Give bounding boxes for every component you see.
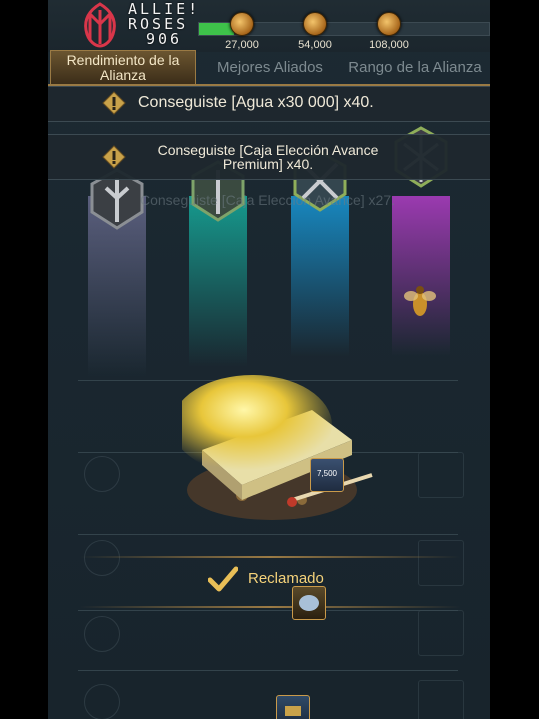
notification-chest: Conseguiste [Caja Elección Avance Premiu… xyxy=(48,134,490,180)
rose-logo-icon xyxy=(84,2,116,48)
row-divider xyxy=(78,670,458,671)
row-icon xyxy=(84,456,120,492)
rank-bar xyxy=(392,196,450,356)
notification-water: Conseguiste [Agua x30 000] x40. xyxy=(48,86,490,122)
reward-item-icon[interactable] xyxy=(276,695,310,719)
notification-text: Conseguiste [Caja Elección Avance Premiu… xyxy=(157,142,379,172)
milestone-3[interactable]: 108,000 xyxy=(359,12,419,51)
warning-icon xyxy=(102,145,126,169)
watermark-line: 906 xyxy=(146,30,183,48)
tab-best-allies[interactable]: Mejores Aliados xyxy=(204,50,336,84)
bee-icon xyxy=(404,286,436,316)
watermark: ALLIE! ROSES 906 xyxy=(74,0,234,52)
row-reward-slot xyxy=(418,680,464,719)
rewards-header: 27,000 54,000 108,000 ALLIE! ROSES 906 xyxy=(48,0,490,52)
faded-notification: Conseguiste [Caja Elección Avance] x27. xyxy=(140,192,396,208)
game-screen: 27,000 54,000 108,000 ALLIE! ROSES 906 R… xyxy=(48,0,490,719)
reward-item-icon[interactable] xyxy=(292,586,326,620)
coin-icon xyxy=(377,12,401,36)
notification-text: Conseguiste [Agua x30 000] x40. xyxy=(138,94,374,111)
row-icon xyxy=(84,684,120,719)
warning-icon xyxy=(102,91,126,115)
reward-item-value: 7,500 xyxy=(316,469,338,478)
claimed-status: Reclamado xyxy=(248,570,324,587)
row-reward-slot xyxy=(418,452,464,498)
rank-bar xyxy=(291,196,349,356)
milestone-2[interactable]: 54,000 xyxy=(285,12,345,51)
shell-icon xyxy=(299,595,319,611)
row-icon xyxy=(84,540,120,576)
row-divider xyxy=(78,534,458,535)
row-reward-slot xyxy=(418,540,464,586)
row-divider xyxy=(78,610,458,611)
row-reward-slot xyxy=(418,610,464,656)
reward-item-badge[interactable]: 7,500 xyxy=(310,458,344,492)
claimed-divider xyxy=(80,556,460,558)
row-icon xyxy=(84,616,120,652)
tab-bar: Rendimiento de la Alianza Mejores Aliado… xyxy=(48,50,490,86)
claimed-divider xyxy=(80,606,460,608)
tab-alliance-performance[interactable]: Rendimiento de la Alianza xyxy=(50,50,196,85)
cart-icon xyxy=(285,706,301,716)
coin-icon xyxy=(303,12,327,36)
check-icon xyxy=(208,566,238,592)
watermark-text: ALLIE! ROSES 906 xyxy=(128,2,200,47)
chest-icon xyxy=(182,375,373,520)
tab-alliance-rank[interactable]: Rango de la Alianza xyxy=(340,50,490,84)
